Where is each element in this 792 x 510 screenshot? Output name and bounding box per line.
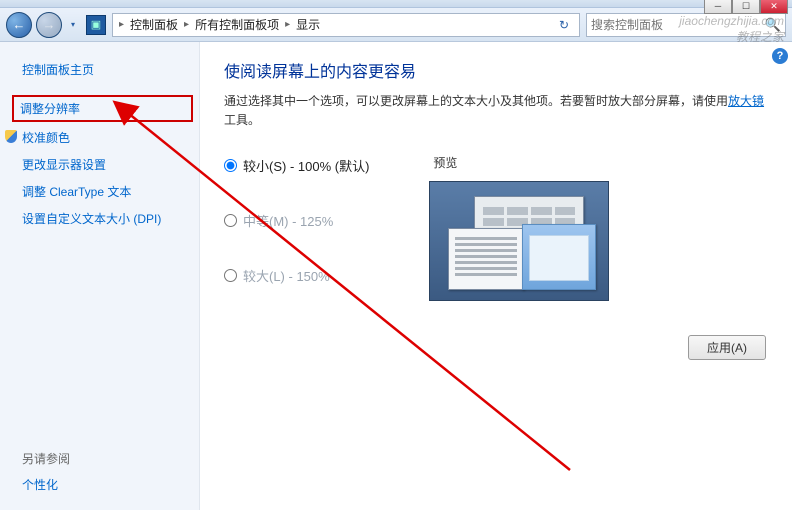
watermark-text: 教程之家 xyxy=(679,30,784,46)
breadcrumb-item[interactable]: 控制面板 xyxy=(128,16,180,33)
preview-window xyxy=(448,228,524,290)
breadcrumb-sep: ▸ xyxy=(117,19,126,30)
sidebar-home-link[interactable]: 控制面板主页 xyxy=(0,56,199,83)
watermark-url: jiaochengzhijia.com xyxy=(679,14,784,30)
toolbar: ← → ▾ ▣ ▸ 控制面板 ▸ 所有控制面板项 ▸ 显示 ↻ 🔍 xyxy=(0,8,792,42)
main-area: 控制面板主页 调整分辨率 校准颜色 更改显示器设置 调整 ClearType 文… xyxy=(0,42,792,510)
help-icon[interactable]: ? xyxy=(772,48,788,64)
scale-options: 较小(S) - 100% (默认) 中等(M) - 125% 较大(L) - 1… xyxy=(224,154,772,301)
sidebar-item-calibrate-color[interactable]: 校准颜色 xyxy=(0,124,199,151)
watermark: jiaochengzhijia.com 教程之家 xyxy=(679,14,784,45)
nav-forward-button[interactable]: → xyxy=(36,12,62,38)
breadcrumb[interactable]: ▸ 控制面板 ▸ 所有控制面板项 ▸ 显示 ↻ xyxy=(112,13,580,37)
radio-small[interactable] xyxy=(224,159,237,172)
radio-label: 中等(M) - 125% xyxy=(243,211,333,230)
sidebar-item-label: 校准颜色 xyxy=(22,131,70,145)
nav-back-button[interactable]: ← xyxy=(6,12,32,38)
radio-large[interactable] xyxy=(224,269,237,282)
breadcrumb-item[interactable]: 所有控制面板项 xyxy=(193,16,281,33)
scale-option-medium[interactable]: 中等(M) - 125% xyxy=(224,211,369,230)
page-title: 使阅读屏幕上的内容更容易 xyxy=(224,58,772,82)
scale-option-small[interactable]: 较小(S) - 100% (默认) xyxy=(224,156,369,175)
scale-option-large[interactable]: 较大(L) - 150% xyxy=(224,266,369,285)
address-icon: ▣ xyxy=(86,15,106,35)
refresh-icon[interactable]: ↻ xyxy=(553,18,575,32)
radio-label: 较大(L) - 150% xyxy=(243,266,330,285)
preview-window xyxy=(522,224,596,290)
page-description: 通过选择其中一个选项，可以更改屏幕上的文本大小及其他项。若要暂时放大部分屏幕，请… xyxy=(224,92,772,130)
content-area: ? 使阅读屏幕上的内容更容易 通过选择其中一个选项，可以更改屏幕上的文本大小及其… xyxy=(200,42,792,510)
sidebar-item-display-settings[interactable]: 更改显示器设置 xyxy=(0,151,199,178)
sidebar-item-custom-dpi[interactable]: 设置自定义文本大小 (DPI) xyxy=(0,205,199,232)
desc-text: 通过选择其中一个选项，可以更改屏幕上的文本大小及其他项。若要暂时放大部分屏幕，请… xyxy=(224,94,728,108)
preview-image xyxy=(429,181,609,301)
titlebar: ─ ☐ ✕ xyxy=(0,0,792,8)
breadcrumb-item[interactable]: 显示 xyxy=(294,16,322,33)
maximize-button[interactable]: ☐ xyxy=(732,0,760,14)
apply-button[interactable]: 应用(A) xyxy=(688,335,766,360)
breadcrumb-sep: ▸ xyxy=(283,19,292,30)
radio-medium[interactable] xyxy=(224,214,237,227)
sidebar-seealso-personalize[interactable]: 个性化 xyxy=(0,471,199,498)
sidebar: 控制面板主页 调整分辨率 校准颜色 更改显示器设置 调整 ClearType 文… xyxy=(0,42,200,510)
sidebar-item-resolution[interactable]: 调整分辨率 xyxy=(12,95,193,122)
sidebar-seealso-heading: 另请参阅 xyxy=(0,446,199,471)
magnifier-link[interactable]: 放大镜 xyxy=(728,94,764,108)
close-button[interactable]: ✕ xyxy=(760,0,788,14)
breadcrumb-sep: ▸ xyxy=(182,19,191,30)
minimize-button[interactable]: ─ xyxy=(704,0,732,14)
desc-text: 工具。 xyxy=(224,113,260,127)
nav-history-dropdown[interactable]: ▾ xyxy=(66,13,80,37)
radio-label: 较小(S) - 100% (默认) xyxy=(243,156,369,175)
shield-icon xyxy=(4,129,18,143)
sidebar-item-cleartype[interactable]: 调整 ClearType 文本 xyxy=(0,178,199,205)
preview-label: 预览 xyxy=(429,154,609,171)
